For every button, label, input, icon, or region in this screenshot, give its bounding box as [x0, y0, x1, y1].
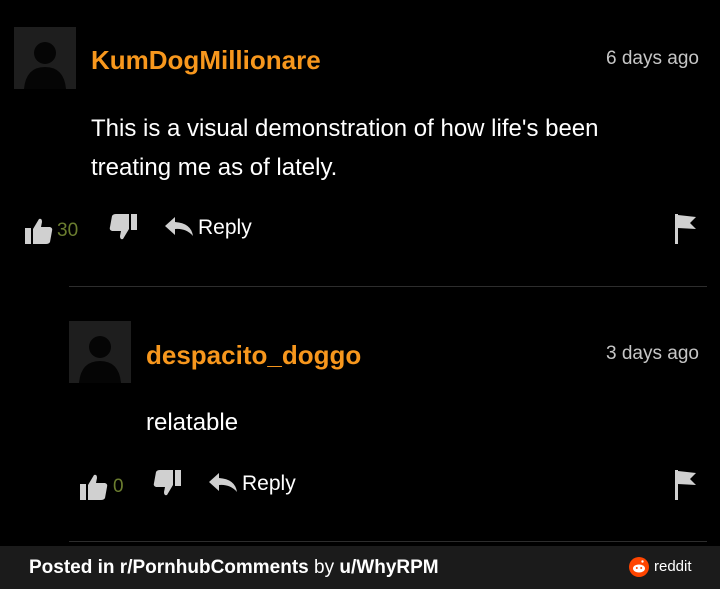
reddit-wordmark: reddit [654, 558, 692, 575]
thumbs-down-icon[interactable] [152, 468, 182, 498]
avatar-placeholder-icon [79, 336, 121, 383]
user-link[interactable]: u/WhyRPM [339, 557, 438, 578]
posted-in-label: Posted in [29, 557, 115, 578]
flag-icon[interactable] [674, 213, 698, 245]
comment-divider [69, 286, 707, 287]
timestamp: 3 days ago [606, 343, 699, 364]
reply-arrow-icon[interactable] [164, 216, 194, 238]
thumbs-down-icon[interactable] [108, 212, 138, 242]
avatar[interactable] [69, 321, 131, 383]
flag-icon[interactable] [674, 469, 698, 501]
reply-arrow-icon[interactable] [208, 472, 238, 494]
timestamp: 6 days ago [606, 48, 699, 69]
avatar-placeholder-icon [24, 42, 66, 89]
comment-text-line-2: treating me as of lately. [91, 154, 338, 181]
footer-bar: Posted in r/PornhubComments by u/WhyRPM [0, 546, 720, 589]
reply-button[interactable]: Reply [198, 216, 252, 240]
username[interactable]: KumDogMillionare [91, 45, 321, 76]
comment-text-line-1: relatable [146, 409, 239, 436]
reply-button[interactable]: Reply [242, 472, 296, 496]
attribution: Posted in r/PornhubComments by u/WhyRPM [29, 557, 439, 579]
thumbs-up-icon[interactable] [79, 472, 109, 502]
by-label: by [314, 557, 335, 578]
reddit-logo-icon [629, 557, 649, 577]
like-count: 0 [113, 476, 124, 497]
username[interactable]: despacito_doggo [146, 340, 361, 371]
avatar[interactable] [14, 27, 76, 89]
subreddit-link[interactable]: r/PornhubComments [120, 557, 309, 578]
comment-divider [69, 541, 707, 542]
thumbs-up-icon[interactable] [24, 216, 54, 246]
like-count: 30 [57, 220, 79, 241]
comment-text-line-1: This is a visual demonstration of how li… [91, 115, 599, 142]
